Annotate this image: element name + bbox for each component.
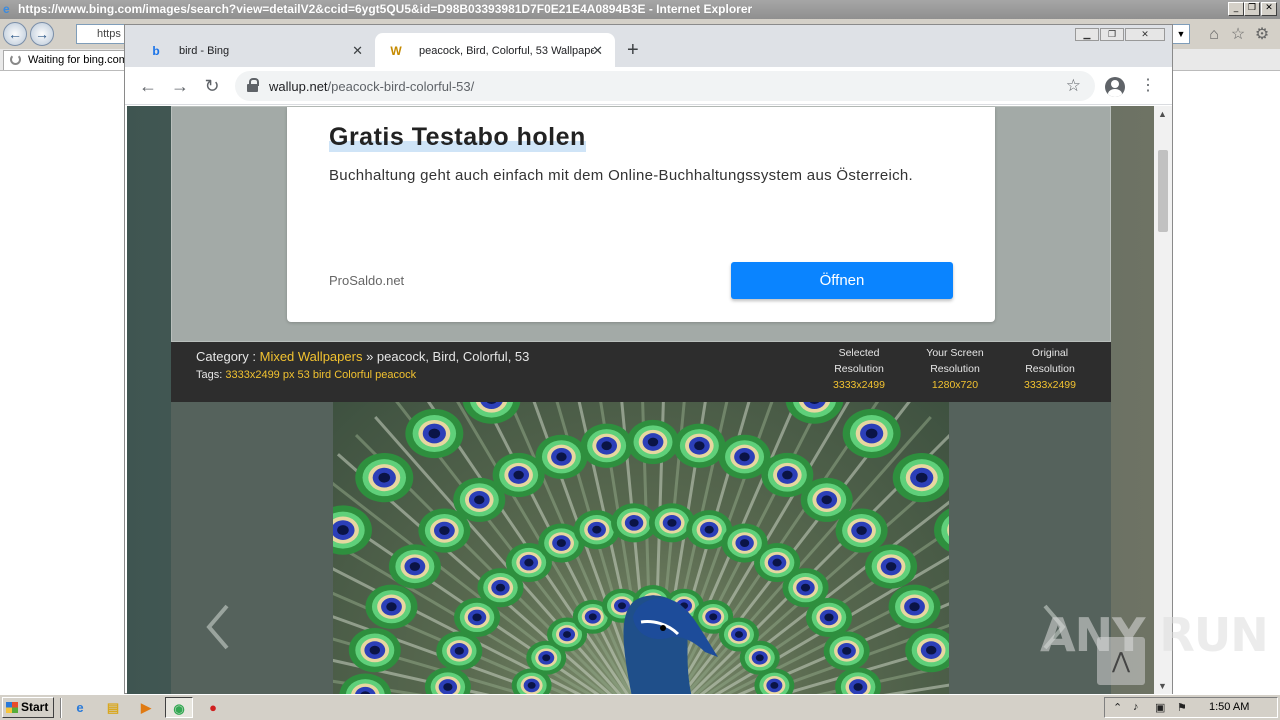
scroll-up-icon[interactable]: ▲ (1158, 109, 1167, 119)
tab-title: bird - Bing (179, 45, 230, 57)
taskbar: Start e ▤ ▶ ◉ ● ⌃ ♪ ▣ ⚑ 1:50 AM (0, 694, 1280, 720)
taskbar-separator (60, 698, 62, 718)
ie-forward-icon[interactable]: → (30, 22, 54, 46)
tools-gear-icon[interactable]: ⚙ (1253, 26, 1271, 44)
tags-links[interactable]: 3333x2499 px 53 bird Colorful peacock (225, 369, 416, 381)
back-arrow-icon[interactable]: ← (137, 75, 159, 97)
res-value: 1280x720 (931, 379, 979, 391)
tab-close-icon[interactable]: ✕ (352, 43, 363, 59)
ie-back-icon[interactable]: ← (3, 22, 27, 46)
tags-line: Tags: 3333x2499 px 53 bird Colorful peac… (196, 369, 529, 381)
ie-address-text: https (97, 28, 121, 40)
bookmark-star-icon[interactable]: ☆ (1066, 76, 1081, 96)
start-button[interactable]: Start (2, 697, 54, 718)
ad-open-button[interactable]: Öffnen (731, 262, 953, 299)
page-scrollbar[interactable]: ▲ ▼ (1154, 106, 1172, 694)
chrome-tab-strip: b bird - Bing ✕ W peacock, Bird, Colorfu… (125, 25, 1172, 67)
res-label: Resolution (930, 363, 980, 375)
chrome-taskbar-icon[interactable]: ◉ (165, 697, 193, 718)
ie-address-field[interactable]: https (76, 24, 126, 44)
system-tray: ⌃ ♪ ▣ ⚑ 1:50 AM (1104, 697, 1278, 718)
explorer-folder-icon[interactable]: ▤ (99, 697, 127, 718)
ie-taskbar-icon[interactable]: e (66, 697, 94, 718)
category-link[interactable]: Mixed Wallpapers (260, 349, 363, 364)
tab-peacock-wallpaper[interactable]: W peacock, Bird, Colorful, 53 Wallpapers… (375, 33, 615, 67)
ie-logo-icon: e (3, 2, 10, 16)
network-icon[interactable]: ▣ (1155, 701, 1165, 714)
new-tab-button[interactable]: + (627, 40, 639, 60)
warning-app-icon[interactable]: ● (199, 697, 227, 718)
tab-close-icon[interactable]: ✕ (592, 43, 603, 59)
clock[interactable]: 1:50 AM (1209, 701, 1249, 713)
loading-spinner-icon (10, 54, 21, 65)
ad-card[interactable]: Gratis Testabo holen Buchhaltung geht au… (287, 107, 995, 322)
url-text: wallup.net/peacock-bird-colorful-53/ (269, 79, 474, 94)
wallpaper-image-area (171, 402, 1111, 694)
chrome-menu-icon[interactable]: ⋮ (1140, 75, 1156, 97)
reload-icon[interactable]: ↻ (201, 75, 223, 97)
ad-container: Gratis Testabo holen Buchhaltung geht au… (171, 106, 1111, 342)
url-path: /peacock-bird-colorful-53/ (327, 79, 475, 94)
selected-resolution[interactable]: Selected Resolution 3333x2499 (814, 345, 904, 393)
scrollbar-thumb[interactable] (1158, 150, 1168, 232)
tab-title: peacock, Bird, Colorful, 53 Wallpapers (419, 45, 594, 57)
action-center-flag-icon[interactable]: ⚑ (1177, 701, 1187, 714)
res-label: Your Screen (926, 347, 984, 359)
page-viewport: Gratis Testabo holen Buchhaltung geht au… (127, 106, 1154, 694)
screen-resolution[interactable]: Your Screen Resolution 1280x720 (910, 345, 1000, 393)
original-resolution[interactable]: Original Resolution 3333x2499 (1005, 345, 1095, 393)
res-label: Original (1031, 347, 1069, 359)
breadcrumb: » peacock, Bird, Colorful, 53 (362, 349, 530, 364)
ie-window-title: https://www.bing.com/images/search?view=… (18, 2, 753, 16)
bing-icon: b (152, 44, 160, 58)
info-left: Category : Mixed Wallpapers » peacock, B… (196, 349, 529, 381)
address-bar[interactable]: wallup.net/peacock-bird-colorful-53/ ☆ (235, 71, 1095, 101)
ie-tab-bing[interactable]: Waiting for bing.com (3, 50, 127, 70)
wallpaper-info-bar: Category : Mixed Wallpapers » peacock, B… (171, 342, 1111, 402)
res-label: Resolution (834, 363, 884, 375)
favorites-star-icon[interactable]: ☆ (1229, 26, 1247, 44)
chrome-restore-button[interactable]: ❐ (1100, 28, 1124, 41)
res-value: 3333x2499 (833, 379, 885, 391)
ie-title-bar: e https://www.bing.com/images/search?vie… (0, 0, 1280, 19)
ie-tab-label: Waiting for bing.com (28, 54, 127, 66)
ad-domain[interactable]: ProSaldo.net (329, 273, 404, 288)
scroll-down-icon[interactable]: ▼ (1158, 681, 1167, 691)
ie-close-button[interactable]: ✕ (1261, 2, 1277, 16)
peacock-wallpaper-image[interactable] (333, 402, 949, 694)
category-line: Category : Mixed Wallpapers » peacock, B… (196, 349, 529, 364)
res-value: 3333x2499 (1024, 379, 1076, 391)
tab-bird-bing[interactable]: b bird - Bing ✕ (135, 33, 375, 67)
anyrun-watermark: ANY RUN (1040, 608, 1269, 662)
wallup-icon: W (390, 44, 402, 58)
chrome-close-button[interactable]: ✕ (1125, 28, 1165, 41)
ie-minimize-button[interactable]: _ (1228, 2, 1244, 16)
ad-description: Buchhaltung geht auch einfach mit dem On… (329, 167, 914, 184)
media-player-icon[interactable]: ▶ (132, 697, 160, 718)
home-icon[interactable]: ⌂ (1205, 26, 1223, 44)
chrome-window: b bird - Bing ✕ W peacock, Bird, Colorfu… (124, 24, 1173, 694)
tags-label: Tags: (196, 369, 223, 381)
profile-avatar-icon[interactable] (1105, 77, 1125, 97)
ie-restore-button[interactable]: ❐ (1244, 2, 1260, 16)
url-domain: wallup.net (269, 79, 328, 94)
tray-expand-icon[interactable]: ⌃ (1113, 701, 1122, 714)
ad-title[interactable]: Gratis Testabo holen (329, 123, 586, 152)
res-label: Resolution (1025, 363, 1075, 375)
windows-logo-icon (6, 702, 18, 713)
chrome-toolbar: ← → ↻ wallup.net/peacock-bird-colorful-5… (125, 67, 1172, 105)
ie-address-dropdown[interactable]: ▼ (1172, 24, 1190, 44)
chrome-minimize-button[interactable]: ▁ (1075, 28, 1099, 41)
start-label: Start (21, 700, 49, 714)
previous-arrow-icon[interactable] (203, 602, 233, 652)
res-label: Selected (838, 347, 880, 359)
category-label: Category : (196, 349, 256, 364)
lock-icon (247, 78, 259, 92)
forward-arrow-icon[interactable]: → (169, 75, 191, 97)
volume-icon[interactable]: ♪ (1133, 701, 1139, 713)
